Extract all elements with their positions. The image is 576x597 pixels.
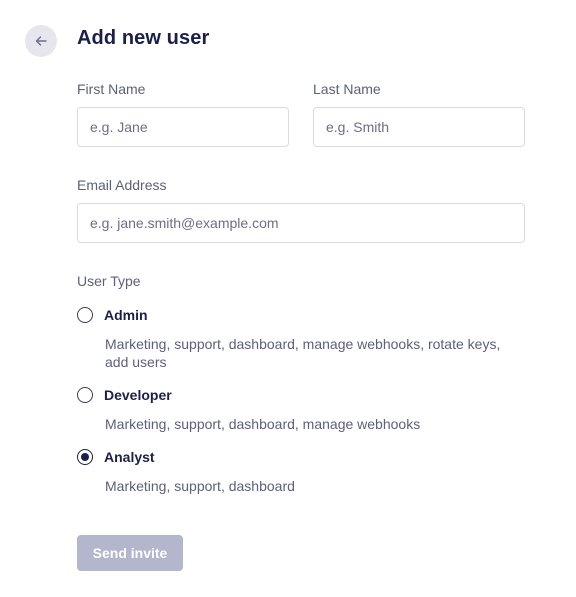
admin-radio-label: Admin bbox=[104, 307, 148, 323]
developer-description: Marketing, support, dashboard, manage we… bbox=[105, 416, 421, 432]
user-type-option-analyst[interactable]: Analyst bbox=[77, 448, 155, 466]
analyst-radio[interactable] bbox=[77, 449, 93, 465]
send-invite-button[interactable]: Send invite bbox=[77, 535, 183, 571]
last-name-label: Last Name bbox=[313, 81, 381, 97]
first-name-input[interactable] bbox=[77, 107, 289, 147]
user-type-label: User Type bbox=[77, 273, 141, 289]
radio-selected-dot bbox=[81, 453, 89, 461]
arrow-left-icon bbox=[34, 34, 48, 48]
developer-radio-label: Developer bbox=[104, 387, 172, 403]
back-button[interactable] bbox=[25, 25, 57, 57]
admin-description: Marketing, support, dashboard, manage we… bbox=[105, 336, 501, 370]
page-title: Add new user bbox=[77, 27, 210, 49]
analyst-radio-label: Analyst bbox=[104, 449, 155, 465]
email-input[interactable] bbox=[77, 203, 525, 243]
user-type-option-admin[interactable]: Admin bbox=[77, 306, 148, 324]
analyst-description: Marketing, support, dashboard bbox=[105, 478, 295, 494]
last-name-input[interactable] bbox=[313, 107, 525, 147]
first-name-label: First Name bbox=[77, 81, 146, 97]
email-label: Email Address bbox=[77, 177, 167, 193]
developer-radio[interactable] bbox=[77, 387, 93, 403]
admin-radio[interactable] bbox=[77, 307, 93, 323]
user-type-option-developer[interactable]: Developer bbox=[77, 386, 172, 404]
